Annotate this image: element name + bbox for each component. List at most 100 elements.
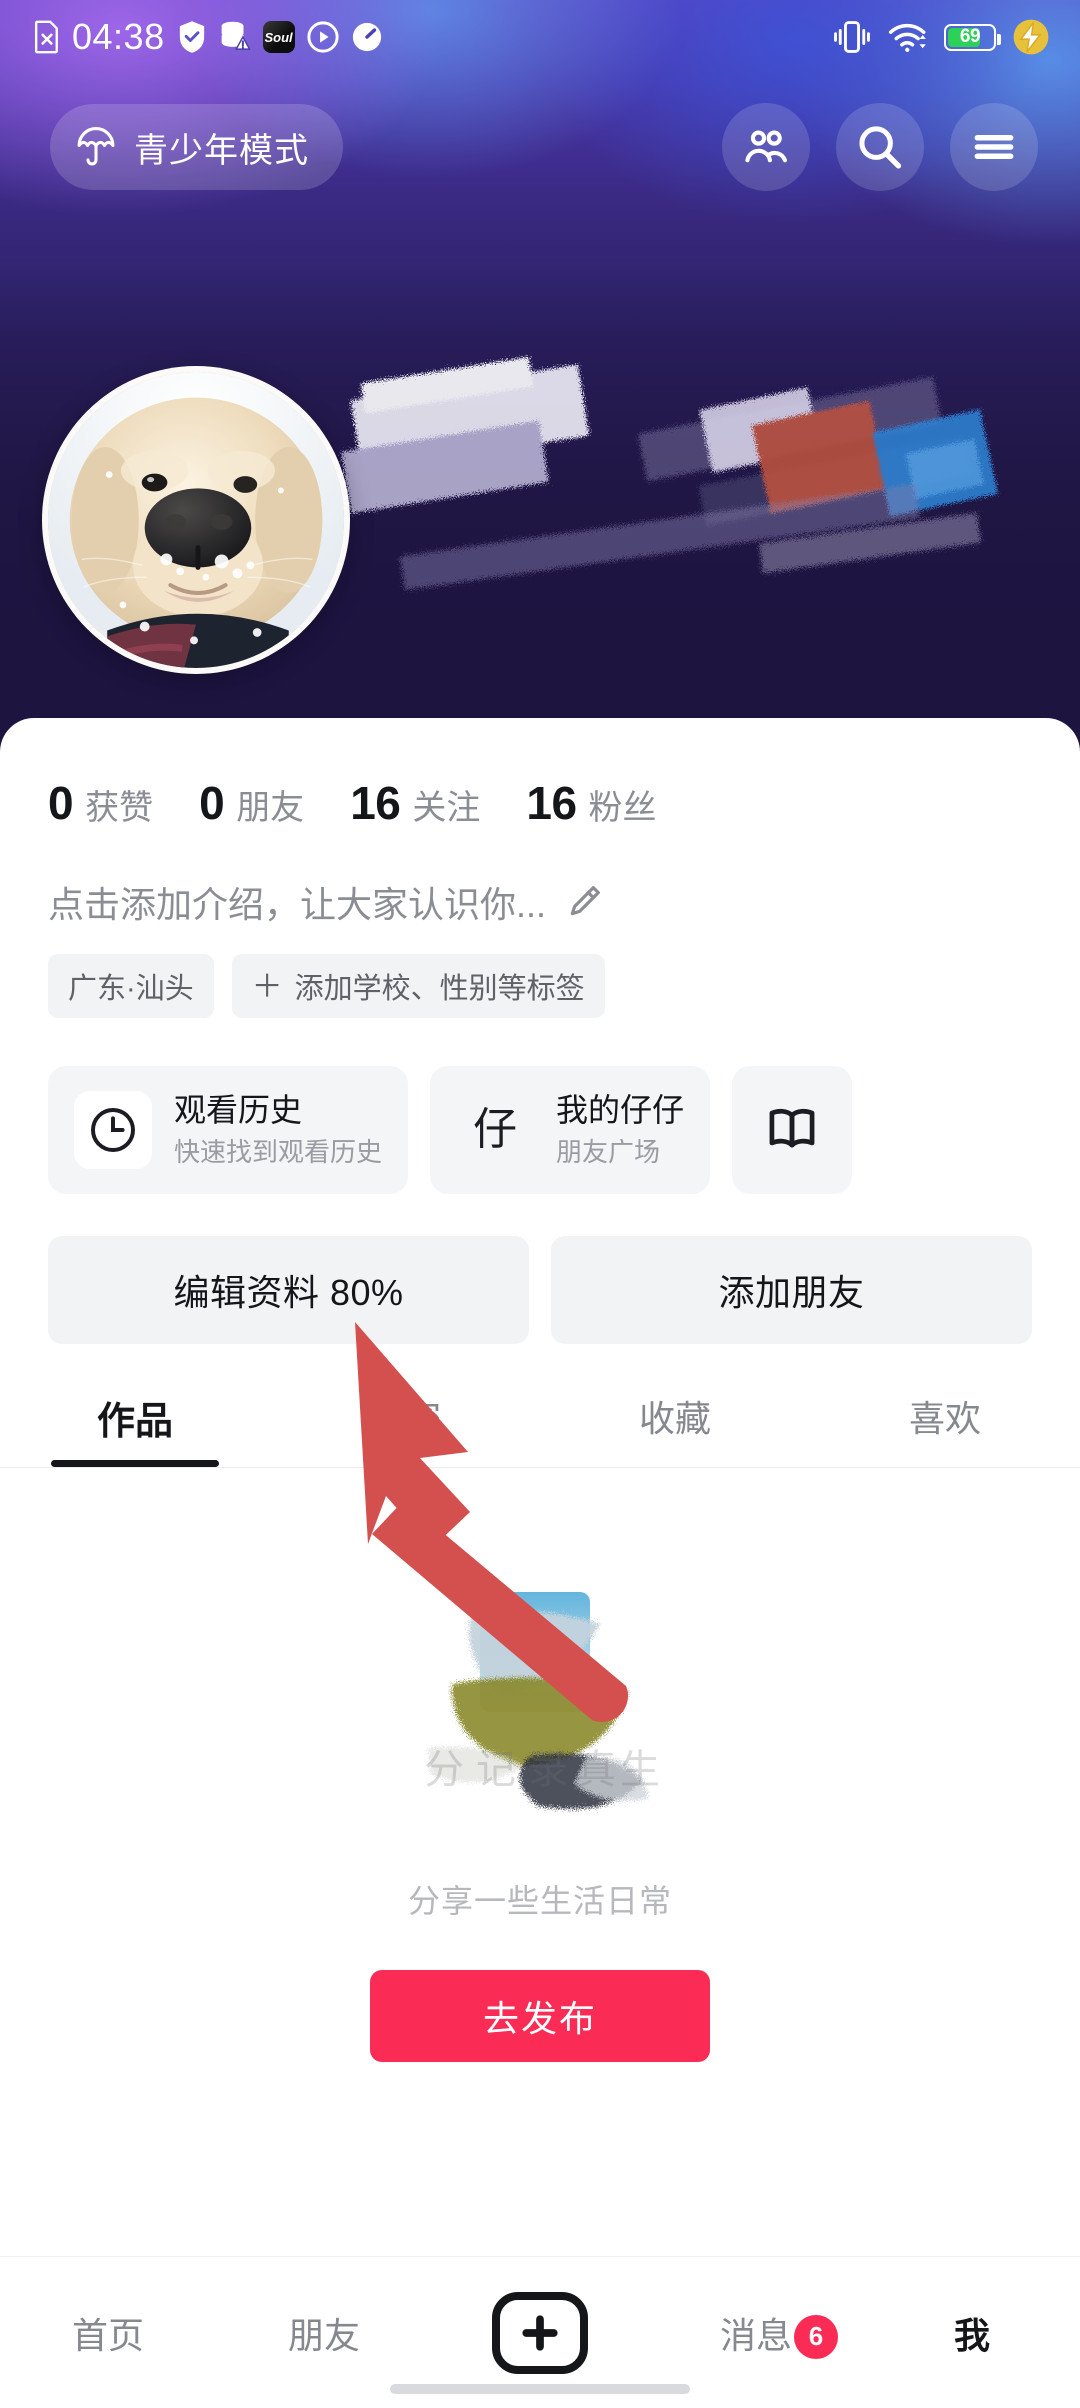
stat-fans-value: 16 [526, 777, 577, 829]
stat-following[interactable]: 16 关注 [350, 776, 480, 830]
content-tabs: 作品 私密 收藏 喜欢 [0, 1390, 1080, 1467]
avatar[interactable] [42, 366, 350, 674]
entry-card-my-zaizai[interactable]: 仔 我的仔仔 朋友广场 [430, 1066, 711, 1194]
tab-favorites-label: 收藏 [638, 1398, 711, 1439]
stat-following-value: 16 [350, 777, 401, 829]
stat-friends-label: 朋友 [236, 789, 305, 827]
nav-item-messages-label: 消息 [719, 2314, 792, 2356]
search-icon [859, 126, 902, 169]
pencil-icon[interactable] [564, 882, 604, 922]
stat-fans[interactable]: 16 粉丝 [526, 776, 656, 830]
home-indicator [390, 2384, 690, 2394]
profile-stats: 0 获赞 0 朋友 16 关注 16 粉丝 [0, 718, 1080, 830]
soul-app-label: Soul [264, 29, 293, 45]
plus-icon: ＋ [251, 968, 283, 1004]
tab-likes[interactable]: 喜欢 [810, 1390, 1080, 1467]
profile-sheet: 0 获赞 0 朋友 16 关注 16 粉丝 点击添加介绍，让大家认识你... 广… [0, 718, 1080, 2408]
entry-card-watch-history-subtitle: 快速找到观看历史 [174, 1136, 383, 1167]
charging-bolt-icon [1013, 19, 1049, 55]
entry-card-book[interactable] [732, 1066, 853, 1194]
nav-item-me-label: 我 [953, 2314, 990, 2356]
menu-button[interactable] [950, 103, 1038, 191]
avatar-image [48, 372, 344, 668]
nav-item-friends[interactable]: 朋友 [216, 2307, 432, 2359]
umbrella-icon [77, 127, 115, 166]
publish-button-label: 去发布 [482, 1998, 597, 2039]
stat-friends[interactable]: 0 朋友 [199, 776, 304, 830]
tag-add-label[interactable]: ＋ 添加学校、性别等标签 [231, 954, 605, 1018]
messages-badge: 6 [794, 2314, 838, 2359]
stat-likes-value: 0 [48, 777, 74, 829]
tab-works-label: 作品 [96, 1401, 173, 1443]
plus-glyph [522, 2314, 558, 2351]
plus-icon [492, 2291, 588, 2374]
tab-favorites[interactable]: 收藏 [540, 1390, 810, 1467]
wifi-icon [888, 23, 926, 52]
svg-text:真: 真 [576, 1747, 616, 1793]
tab-works[interactable]: 作品 [0, 1390, 270, 1467]
tab-private[interactable]: 私密 [270, 1390, 540, 1467]
empty-state: 分记 录真生 分享一些生活日常 去发布 [0, 1468, 1080, 2062]
entry-card-my-zaizai-title: 我的仔仔 [556, 1091, 685, 1128]
svg-text:录: 录 [528, 1747, 568, 1793]
bio-row[interactable]: 点击添加介绍，让大家认识你... [0, 830, 1080, 928]
phone-screen: 04:38 Soul 69 青少年模式 0 获赞 0 朋友 16 关注 16 粉… [0, 0, 1080, 2408]
entry-card-watch-history-title: 观看历史 [174, 1091, 303, 1128]
profile-header: 青少年模式 [0, 92, 1080, 202]
stat-friends-value: 0 [199, 777, 225, 829]
vibrate-icon [834, 21, 870, 53]
add-friend-button-label: 添加朋友 [718, 1272, 865, 1313]
bio-placeholder-text: 点击添加介绍，让大家认识你... [48, 884, 547, 925]
nav-item-create[interactable] [432, 2291, 648, 2374]
tag-location[interactable]: 广东·汕头 [48, 954, 214, 1018]
no-sim-icon [34, 20, 58, 54]
entry-card-watch-history[interactable]: 观看历史 快速找到观看历史 [48, 1066, 409, 1194]
book-icon [769, 1108, 815, 1148]
database-warning-icon [221, 21, 251, 50]
edit-profile-button[interactable]: 编辑资料 80% [48, 1236, 529, 1344]
tab-likes-label: 喜欢 [908, 1398, 981, 1439]
speedometer-icon [352, 22, 381, 52]
entry-cards: 观看历史 快速找到观看历史 仔 我的仔仔 朋友广场 [0, 1018, 1080, 1194]
clock-icon [91, 1108, 135, 1152]
tag-location-label: 广东·汕头 [68, 973, 194, 1005]
stat-likes-label: 获赞 [85, 789, 154, 827]
bottom-navigation: 首页 朋友 消息 6 我 [0, 2256, 1080, 2408]
nav-item-friends-label: 朋友 [287, 2314, 360, 2356]
teen-mode-label: 青少年模式 [134, 131, 309, 170]
tab-private-label: 私密 [368, 1398, 441, 1439]
edit-profile-button-label: 编辑资料 80% [173, 1272, 404, 1313]
profile-tags: 广东·汕头 ＋ 添加学校、性别等标签 [0, 928, 1080, 1018]
search-button[interactable] [836, 103, 924, 191]
play-circle-icon [306, 21, 339, 53]
empty-state-illustration: 分记 录真生 [390, 1588, 690, 1858]
menu-icon [974, 135, 1014, 159]
shield-check-icon [179, 21, 204, 53]
svg-text:生: 生 [620, 1747, 660, 1793]
empty-state-caption: 分享一些生活日常 [407, 1883, 672, 1919]
publish-button[interactable]: 去发布 [370, 1970, 710, 2062]
stat-likes[interactable]: 0 获赞 [48, 776, 153, 830]
soul-app-icon: Soul [262, 21, 295, 53]
nav-item-me[interactable]: 我 [864, 2307, 1080, 2359]
zai-character-glyph: 仔 [473, 1105, 518, 1154]
add-friend-button[interactable]: 添加朋友 [551, 1236, 1032, 1344]
nav-item-home-label: 首页 [71, 2314, 144, 2356]
stat-fans-label: 粉丝 [588, 789, 657, 827]
teen-mode-button[interactable]: 青少年模式 [50, 104, 343, 190]
nav-item-home[interactable]: 首页 [0, 2307, 216, 2359]
battery-icon: 69 [944, 23, 1001, 51]
nav-item-messages[interactable]: 消息 6 [648, 2307, 864, 2359]
svg-text:记: 记 [476, 1747, 516, 1793]
profile-actions: 编辑资料 80% 添加朋友 [0, 1194, 1080, 1344]
zai-character-icon: 仔 [456, 1091, 534, 1169]
tag-add-label-text: 添加学校、性别等标签 [294, 973, 585, 1005]
svg-text:分: 分 [424, 1747, 464, 1793]
clock-icon-wrap [74, 1091, 152, 1169]
friends-button[interactable] [722, 103, 810, 191]
stat-following-label: 关注 [412, 789, 481, 827]
status-bar: 04:38 Soul 69 [0, 0, 1080, 74]
status-bar-clock: 04:38 [72, 16, 165, 57]
entry-card-my-zaizai-subtitle: 朋友广场 [556, 1136, 661, 1167]
battery-percent-label: 69 [959, 26, 981, 47]
